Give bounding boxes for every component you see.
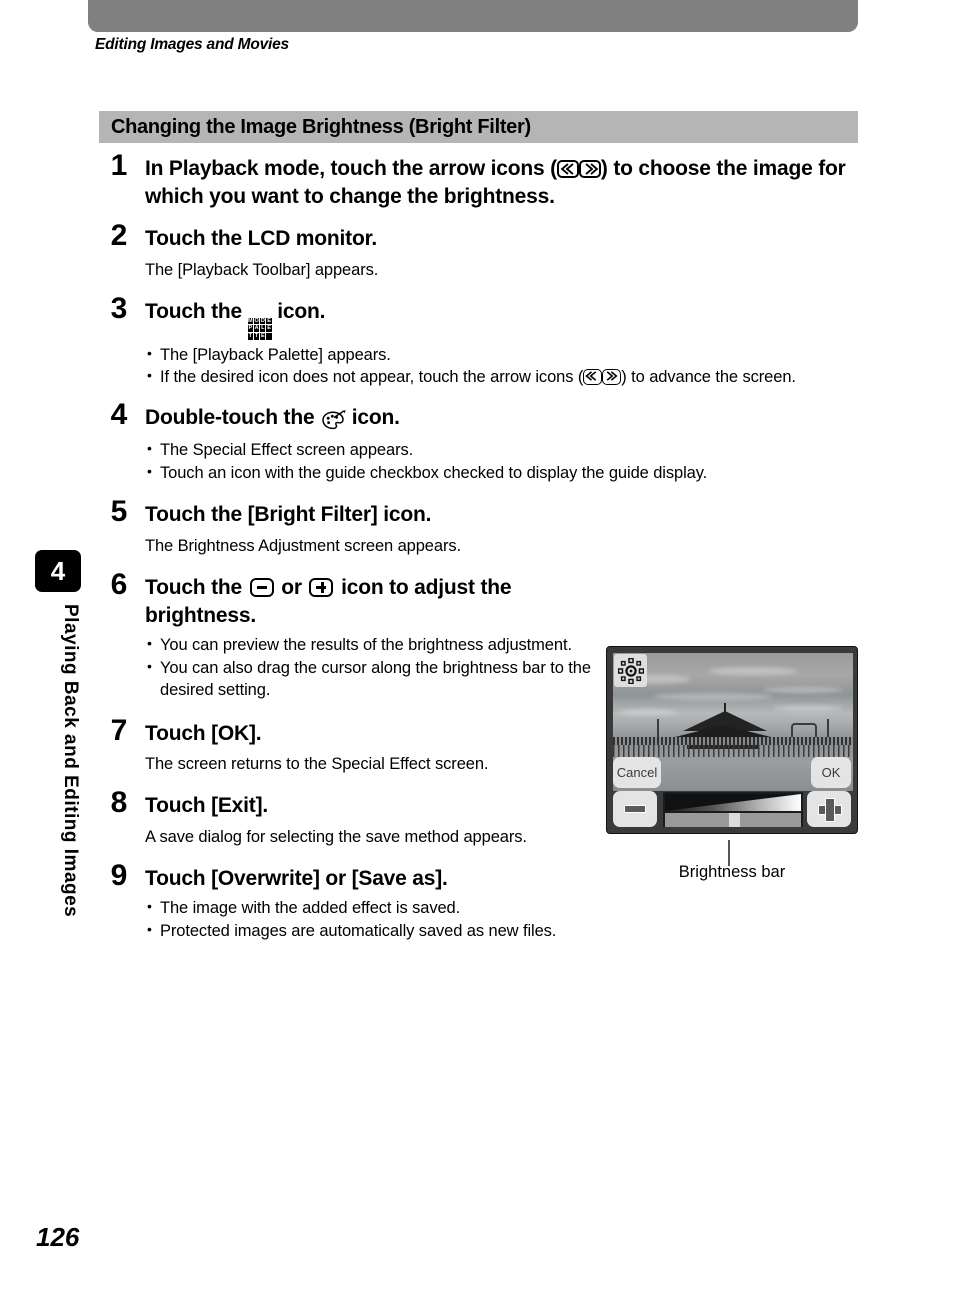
list-item: The Special Effect screen appears.: [145, 439, 859, 462]
paint-palette-icon: [320, 407, 346, 435]
step-number: 8: [110, 786, 128, 820]
list-item: The image with the added effect is saved…: [145, 897, 859, 920]
figure-brightness-adjustment-screen: Cancel OK: [606, 646, 858, 834]
arrow-left-icon: [583, 369, 603, 386]
step-5: 5 Touch the [Bright Filter] icon. The Br…: [99, 497, 859, 558]
step-4: 4 Double-touch the icon. The Specia: [99, 400, 859, 485]
chapter-number: 4: [35, 550, 81, 592]
minus-button[interactable]: [613, 791, 657, 827]
step-2: 2 Touch the LCD monitor. The [Playback T…: [99, 220, 859, 282]
step-title-text-mid: or: [275, 575, 308, 599]
step-description: The Brightness Adjustment screen appears…: [145, 537, 461, 556]
arrow-right-icon: [602, 369, 622, 386]
brightness-bar[interactable]: [663, 792, 803, 827]
list-item: The [Playback Palette] appears.: [145, 344, 859, 367]
list-item: You can also drag the cursor along the b…: [145, 657, 615, 702]
step-description: The [Playback Toolbar] appears.: [145, 260, 379, 279]
brightness-slider-track[interactable]: [665, 813, 801, 827]
plus-button[interactable]: [807, 791, 851, 827]
step-number: 3: [110, 291, 128, 325]
minus-icon: [249, 577, 274, 597]
chapter-title: Playing Back and Editing Images: [60, 604, 81, 918]
arrow-right-icon: [578, 160, 601, 178]
step-number: 4: [110, 398, 128, 432]
brightness-sun-icon[interactable]: [614, 654, 647, 687]
step-number: 5: [110, 495, 128, 529]
step-title: Touch the or icon to adjust the brightne…: [145, 574, 615, 630]
brightness-slider-cursor[interactable]: [728, 813, 740, 827]
section-heading: Changing the Image Brightness (Bright Fi…: [99, 111, 858, 143]
running-head: Editing Images and Movies: [95, 36, 289, 53]
step-title: Touch the LCD monitor.: [145, 226, 378, 250]
ok-button[interactable]: OK: [811, 757, 851, 788]
list-item: You can preview the results of the brigh…: [145, 634, 615, 657]
step-bullets: The Special Effect screen appears. Touch…: [145, 439, 859, 485]
mode-palette-icon: MODEPALETTE: [247, 317, 272, 340]
step-number: 1: [110, 149, 128, 182]
figure-caption: Brightness bar: [678, 863, 786, 881]
step-title: Touch the [Bright Filter] icon.: [145, 503, 432, 527]
list-item: If the desired icon does not appear, tou…: [145, 366, 859, 389]
minus-icon: [624, 805, 646, 813]
step-title-text-before: Double-touch the: [145, 406, 321, 430]
step-title-text-before: Touch the: [145, 575, 248, 599]
plus-icon: [309, 577, 334, 597]
step-number: 7: [110, 713, 128, 747]
step-title-text-before: In Playback mode, touch the arrow icons …: [145, 157, 557, 180]
step-3: 3 Touch the MODEPALETTE icon. The [Playb…: [99, 293, 859, 390]
section-heading-text: Changing the Image Brightness (Bright Fi…: [111, 115, 531, 138]
step-title-text-after: icon.: [346, 406, 400, 430]
step-number: 9: [110, 858, 128, 892]
step-title: Touch the MODEPALETTE icon.: [145, 298, 859, 340]
bullet-text-before: If the desired icon does not appear, tou…: [160, 368, 584, 387]
step-number: 2: [110, 218, 128, 252]
step-title-text-after: icon.: [271, 299, 326, 323]
step-number: 6: [110, 567, 128, 601]
page-number: 126: [36, 1222, 80, 1252]
cancel-button[interactable]: Cancel: [613, 757, 661, 788]
step-title-text-before: Touch the: [145, 299, 248, 323]
brightness-controls-row: [607, 791, 857, 829]
step-title: Double-touch the icon.: [145, 404, 859, 435]
step-bullets: You can preview the results of the brigh…: [145, 634, 615, 702]
plus-icon: [818, 798, 842, 822]
list-item: Touch an icon with the guide checkbox ch…: [145, 462, 859, 485]
list-item: Protected images are automatically saved…: [145, 920, 859, 943]
bullet-text-after: ) to advance the screen.: [621, 368, 796, 387]
camera-lcd-screen: Cancel OK: [606, 646, 858, 834]
step-bullets: The [Playback Palette] appears. If the d…: [145, 344, 859, 390]
step-title: In Playback mode, touch the arrow icons …: [145, 155, 859, 211]
step-1: 1 In Playback mode, touch the arrow icon…: [99, 151, 859, 211]
step-bullets: The image with the added effect is saved…: [145, 897, 859, 943]
page-header-bar: [88, 0, 858, 32]
brightness-gradient-wedge: [665, 794, 801, 811]
chapter-side-tab: 4 Playing Back and Editing Images: [35, 550, 81, 917]
arrow-left-icon: [556, 160, 579, 178]
